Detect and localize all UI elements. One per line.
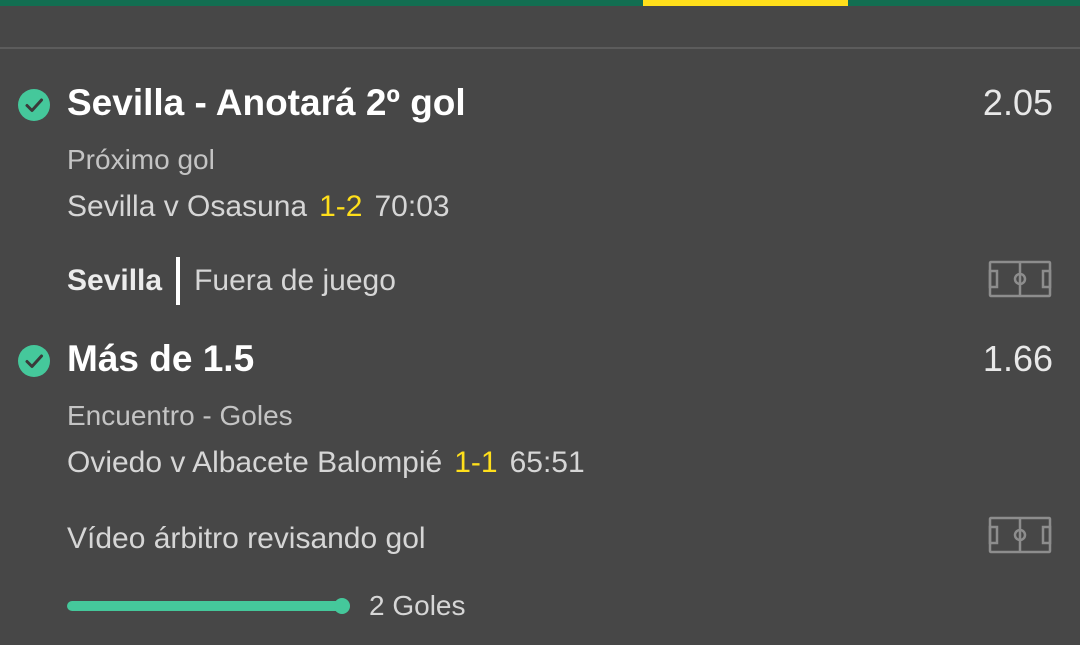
bet-tracker-screen: Sevilla - Anotará 2º gol 2.05 Próximo go… [0,0,1080,645]
odds-value: 2.05 [982,82,1053,123]
event-line[interactable]: Oviedo v Albacete Balompié 1-1 65:51 [67,446,585,480]
progress-fill [67,601,349,611]
header-divider [0,47,1080,49]
check-circle-icon [18,89,50,121]
match-clock: 70:03 [374,190,450,223]
match-incident: Sevilla Fuera de juego [67,256,396,306]
incident-text: Vídeo árbitro revisando gol [67,522,426,555]
progress-label: 2 Goles [369,590,466,621]
progress-knob [334,598,350,614]
event-name: Sevilla v Osasuna [67,190,308,223]
match-clock: 65:51 [509,446,585,479]
goals-progress: 2 Goles [67,590,466,622]
progress-track [67,598,350,614]
football-pitch-icon[interactable] [988,260,1052,298]
top-bar [0,0,1080,6]
match-incident: Vídeo árbitro revisando gol [67,519,426,559]
incident-separator [176,257,181,305]
incident-team: Sevilla [67,264,163,297]
football-pitch-icon[interactable] [988,516,1052,554]
incident-text: Fuera de juego [194,264,396,297]
event-line[interactable]: Sevilla v Osasuna 1-2 70:03 [67,190,450,224]
market-name: Próximo gol [67,144,215,175]
event-score: 1-1 [454,446,498,479]
market-name: Encuentro - Goles [67,400,293,431]
check-circle-icon [18,345,50,377]
selection-name: Sevilla - Anotará 2º gol [67,82,466,123]
odds-value: 1.66 [982,338,1053,379]
selection-name: Más de 1.5 [67,338,255,379]
event-score: 1-2 [319,190,363,223]
event-name: Oviedo v Albacete Balompié [67,446,443,479]
active-tab-indicator [643,0,848,6]
